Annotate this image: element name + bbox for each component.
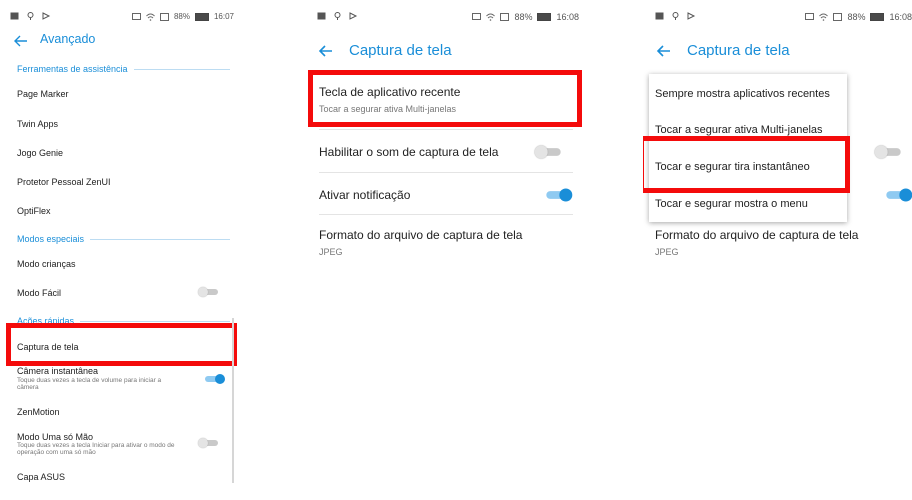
modo-uma-so-mao-toggle[interactable] (198, 438, 220, 448)
camera-instantanea-description: Toque duas vezes a tecla de volume para … (17, 377, 162, 391)
setting-modo-facil[interactable]: Modo Fácil (17, 288, 61, 298)
setting-capture-sound[interactable]: Habilitar o som de captura de tela (319, 145, 498, 159)
divider (319, 172, 573, 173)
section-header-special: Modos especiais (17, 234, 230, 244)
location-icon (672, 12, 679, 20)
highlight-box (643, 136, 850, 193)
modo-uma-so-mao-description: Toque duas vezes a tecla Iniciar para at… (17, 442, 175, 456)
battery-percent: 88% (173, 12, 190, 21)
image-icon (10, 12, 19, 20)
back-arrow-icon[interactable] (315, 40, 337, 62)
setting-file-format[interactable]: Formato do arquivo de captura de tela (319, 228, 522, 242)
app-bar: Captura de tela (643, 38, 912, 66)
battery-icon (870, 13, 885, 21)
setting-page-marker[interactable]: Page Marker (17, 89, 69, 99)
option-hold-multi-window[interactable]: Tocar a segurar ativa Multi-janelas (655, 124, 823, 136)
cast-screen-icon (131, 12, 141, 20)
battery-saver-icon (833, 13, 843, 21)
status-bar: 88% 16:07 (0, 12, 240, 26)
battery-saver-icon (159, 12, 169, 21)
modo-facil-toggle[interactable] (198, 287, 220, 297)
capture-sound-toggle[interactable] (534, 145, 564, 159)
divider (319, 214, 573, 215)
file-format-value: JPEG (319, 247, 343, 257)
highlight-box (6, 323, 237, 366)
camera-instantanea-toggle[interactable] (203, 374, 225, 384)
setting-modo-criancas[interactable]: Modo crianças (17, 259, 76, 269)
app-bar: Avançado (0, 28, 240, 56)
status-bar: 88% 16:08 (643, 12, 912, 26)
screen-captura-de-tela-popup: 88% 16:08 Captura de tela Formato do arq… (643, 0, 912, 500)
wifi-icon (486, 13, 496, 21)
wifi-icon (146, 13, 155, 21)
page-title: Captura de tela (687, 42, 790, 59)
cast-screen-icon (472, 13, 482, 20)
cast-icon (42, 12, 51, 20)
image-icon (655, 12, 664, 20)
setting-camera-instantanea[interactable]: Câmera instantânea (17, 366, 98, 376)
notification-toggle[interactable] (884, 188, 912, 202)
setting-jogo-genie[interactable]: Jogo Genie (17, 148, 63, 158)
page-title: Avançado (40, 32, 96, 46)
cast-icon (349, 12, 358, 20)
cast-screen-icon (805, 13, 815, 20)
back-arrow-icon[interactable] (653, 40, 675, 62)
option-hold-show-menu[interactable]: Tocar e segurar mostra o menu (655, 198, 808, 210)
divider (319, 129, 573, 130)
image-icon (317, 12, 326, 20)
setting-zenmotion[interactable]: ZenMotion (17, 407, 60, 417)
capture-sound-toggle[interactable] (874, 145, 904, 159)
location-icon (27, 12, 34, 20)
battery-percent: 88% (514, 12, 533, 22)
battery-saver-icon (500, 13, 510, 21)
back-arrow-icon[interactable] (10, 30, 32, 52)
clock: 16:08 (556, 12, 579, 22)
option-always-show-recents[interactable]: Sempre mostra aplicativos recentes (655, 88, 830, 100)
file-format-value: JPEG (655, 247, 679, 257)
setting-file-format[interactable]: Formato do arquivo de captura de tela (655, 228, 858, 242)
screen-avancado: 88% 16:07 Avançado Ferramentas de assist… (0, 0, 240, 500)
setting-protetor-pessoal[interactable]: Protetor Pessoal ZenUI (17, 177, 111, 187)
scrollbar[interactable] (232, 318, 234, 483)
notification-toggle[interactable] (544, 188, 573, 202)
cast-icon (687, 12, 696, 20)
setting-capa-asus[interactable]: Capa ASUS (17, 472, 65, 482)
status-bar: 88% 16:08 (305, 12, 587, 26)
battery-percent: 88% (847, 12, 866, 22)
setting-optiflex[interactable]: OptiFlex (17, 206, 51, 216)
location-icon (334, 12, 341, 20)
clock: 16:07 (213, 12, 234, 21)
page-title: Captura de tela (349, 42, 452, 59)
clock: 16:08 (889, 12, 912, 22)
battery-icon (537, 13, 552, 21)
setting-modo-uma-so-mao[interactable]: Modo Uma só Mão (17, 432, 93, 442)
setting-notification[interactable]: Ativar notificação (319, 188, 410, 202)
highlight-box (308, 70, 582, 127)
setting-twin-apps[interactable]: Twin Apps (17, 119, 58, 129)
screen-captura-de-tela: 88% 16:08 Captura de tela Tecla de aplic… (305, 0, 587, 500)
wifi-icon (819, 13, 829, 21)
section-header-tools: Ferramentas de assistência (17, 64, 230, 74)
app-bar: Captura de tela (305, 38, 587, 66)
battery-icon (194, 12, 209, 21)
